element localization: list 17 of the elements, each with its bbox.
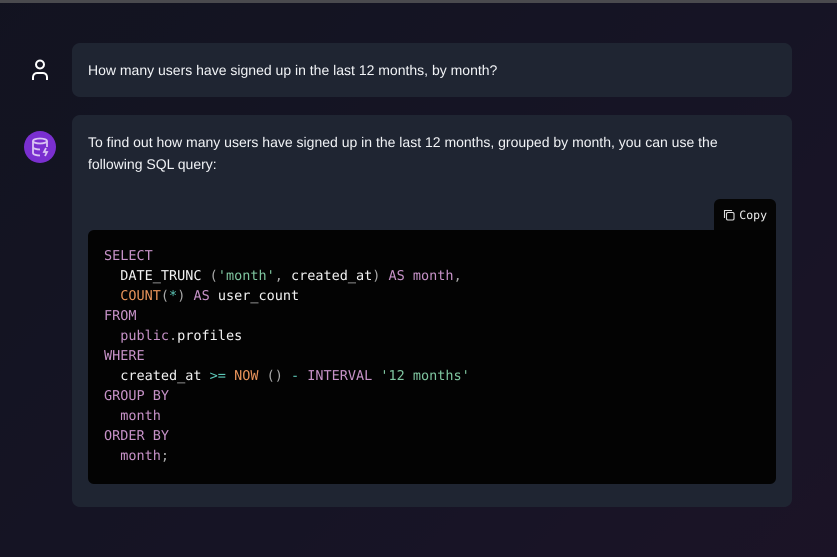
code-line: created_at >= NOW () - INTERVAL '12 months'	[119, 367, 470, 386]
database-icon	[24, 131, 56, 163]
user-icon	[31, 59, 49, 81]
code-line: DATE_TRUNC ('month', created_at) AS month,	[119, 267, 462, 286]
code-line: WHERE	[104, 347, 145, 366]
code-line: ORDER BY	[104, 427, 170, 446]
message-text: How many users have signed up in the last 12 months, by month?	[88, 61, 498, 80]
copy-button[interactable]: Copy	[714, 199, 776, 230]
code-line: public.profiles	[119, 327, 242, 346]
code-line: SELECT	[104, 247, 153, 266]
code-line: FROM	[104, 307, 137, 326]
copy-icon	[723, 209, 736, 221]
code-line: GROUP BY	[104, 387, 170, 406]
code-line: COUNT(*) AS user_count	[119, 287, 300, 306]
code-line: month	[119, 407, 161, 426]
message-text: To find out how many users have signed up in the last 12 months, grouped by month, you can use the following SQL query:	[88, 133, 719, 174]
code-line: month;	[119, 447, 170, 466]
